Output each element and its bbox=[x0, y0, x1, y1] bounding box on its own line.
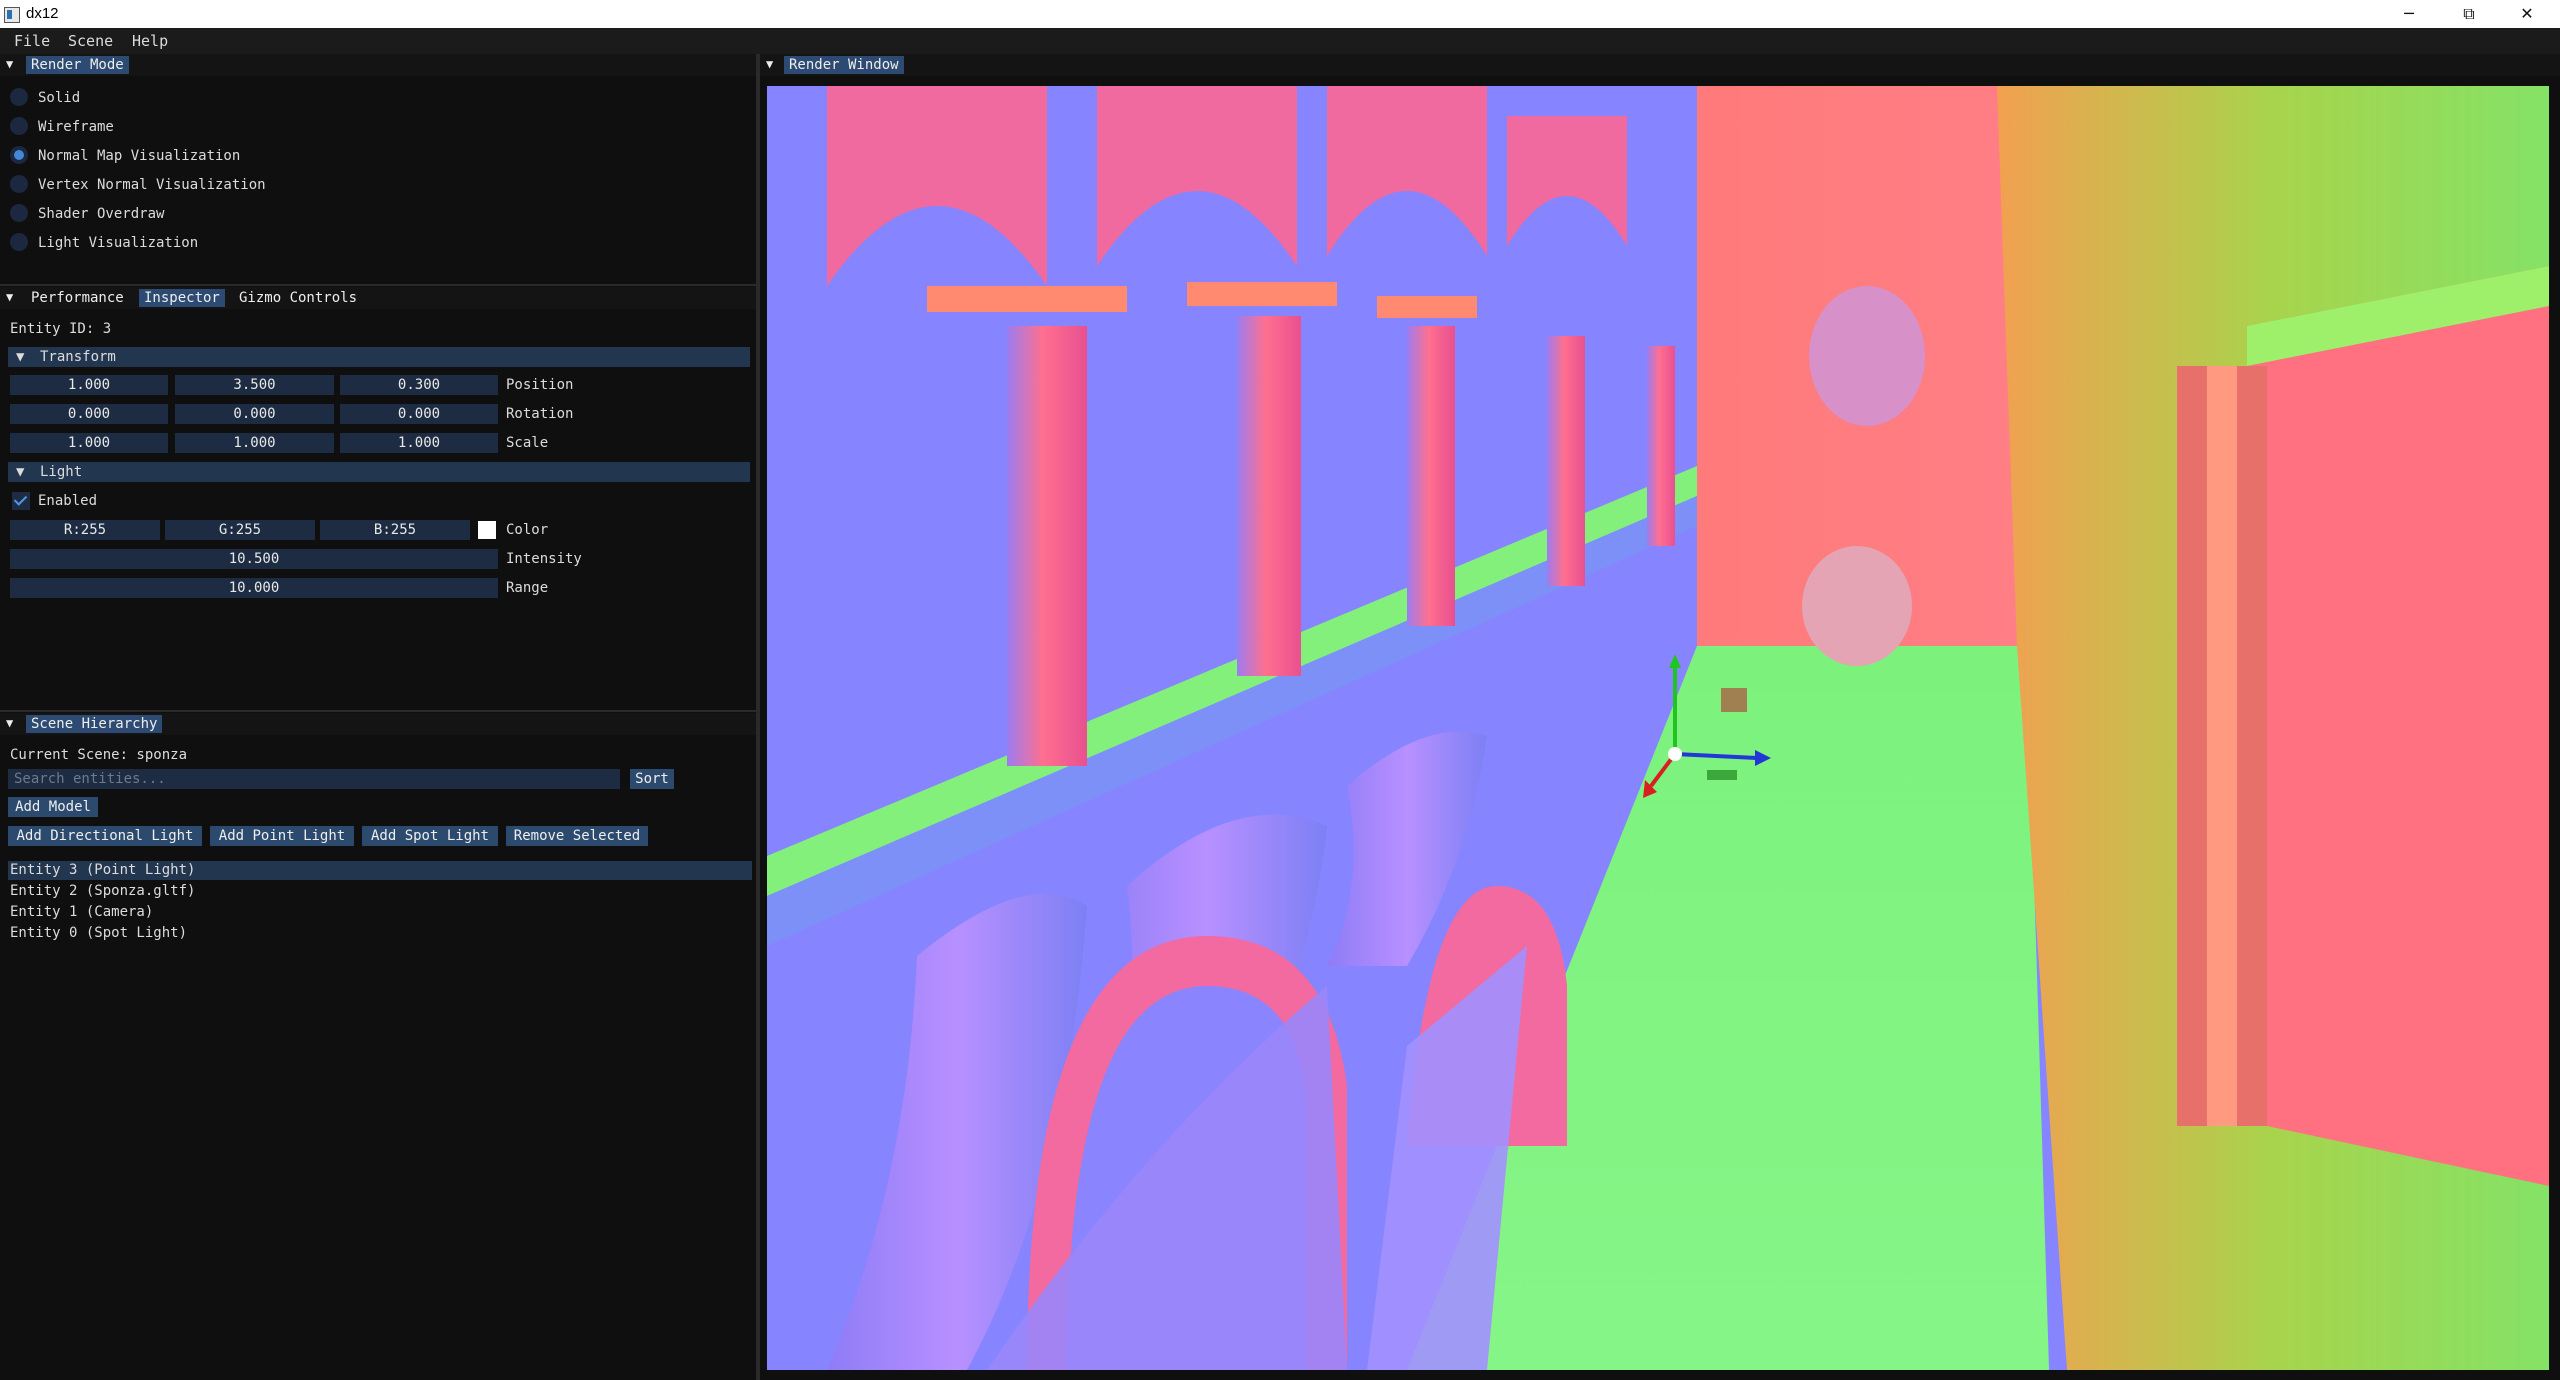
scale-y-field[interactable]: 1.000 bbox=[175, 433, 334, 453]
radio-label: Shader Overdraw bbox=[38, 206, 165, 222]
search-input[interactable]: Search entities... bbox=[8, 769, 620, 789]
radio-icon[interactable] bbox=[10, 204, 28, 222]
minimize-button[interactable]: ─ bbox=[2380, 0, 2438, 28]
tab-inspector[interactable]: Inspector bbox=[139, 289, 225, 307]
scene-render bbox=[767, 86, 2549, 1370]
position-y-field[interactable]: 3.500 bbox=[175, 375, 334, 395]
radio-label: Light Visualization bbox=[38, 235, 199, 251]
entity-list-item[interactable]: Entity 1 (Camera) bbox=[8, 903, 752, 922]
color-swatch[interactable] bbox=[478, 521, 496, 539]
hierarchy-title[interactable]: Scene Hierarchy bbox=[26, 715, 163, 733]
radio-label: Solid bbox=[38, 90, 81, 106]
radio-icon[interactable] bbox=[10, 117, 28, 135]
render-viewport[interactable] bbox=[767, 86, 2549, 1370]
entity-list-item[interactable]: Entity 0 (Spot Light) bbox=[8, 924, 752, 943]
close-button[interactable]: ✕ bbox=[2498, 0, 2556, 28]
menu-bar: File Scene Help bbox=[0, 28, 2560, 54]
add-point-light-button[interactable]: Add Point Light bbox=[210, 826, 354, 846]
inspector-panel: ▼ Performance Inspector Gizmo Controls E… bbox=[0, 287, 756, 710]
window-title: dx12 bbox=[26, 5, 59, 22]
menu-file[interactable]: File bbox=[14, 32, 50, 50]
range-field[interactable]: 10.000 bbox=[10, 578, 498, 598]
render-window-titlebar: ▼ Render Window bbox=[760, 54, 2560, 76]
scale-z-field[interactable]: 1.000 bbox=[340, 433, 498, 453]
app-icon bbox=[4, 7, 20, 23]
radio-label: Wireframe bbox=[38, 119, 114, 135]
position-z-field[interactable]: 0.300 bbox=[340, 375, 498, 395]
remove-selected-button[interactable]: Remove Selected bbox=[506, 826, 648, 846]
rotation-label: Rotation bbox=[506, 406, 574, 422]
inspector-titlebar: ▼ Performance Inspector Gizmo Controls bbox=[0, 287, 756, 309]
radio-icon[interactable] bbox=[10, 175, 28, 193]
add-directional-light-button[interactable]: Add Directional Light bbox=[8, 826, 202, 846]
collapse-arrow-icon[interactable]: ▼ bbox=[6, 57, 13, 71]
light-header-label: Light bbox=[40, 464, 83, 480]
transform-header-label: Transform bbox=[40, 349, 116, 365]
radio-label: Vertex Normal Visualization bbox=[38, 177, 266, 193]
menu-help[interactable]: Help bbox=[132, 32, 168, 50]
add-model-button[interactable]: Add Model bbox=[8, 797, 98, 817]
collapse-arrow-icon[interactable]: ▼ bbox=[6, 290, 13, 304]
panel-divider[interactable] bbox=[0, 710, 756, 712]
render-window-title[interactable]: Render Window bbox=[784, 56, 904, 74]
position-label: Position bbox=[506, 377, 574, 393]
collapse-arrow-icon[interactable]: ▼ bbox=[6, 716, 13, 730]
radio-label: Normal Map Visualization bbox=[38, 148, 241, 164]
radio-icon[interactable] bbox=[10, 88, 28, 106]
color-r-field[interactable]: R:255 bbox=[10, 520, 160, 540]
enabled-label: Enabled bbox=[38, 493, 98, 509]
range-label: Range bbox=[506, 580, 549, 596]
transform-header[interactable]: ▼ Transform bbox=[8, 347, 750, 367]
panel-divider[interactable] bbox=[0, 284, 756, 286]
scale-label: Scale bbox=[506, 435, 549, 451]
intensity-label: Intensity bbox=[506, 551, 582, 567]
render-mode-panel: ▼ Render Mode Solid Wireframe Normal Map… bbox=[0, 54, 756, 284]
tab-performance[interactable]: Performance bbox=[26, 289, 129, 307]
rotation-z-field[interactable]: 0.000 bbox=[340, 404, 498, 424]
render-mode-titlebar: ▼ Render Mode bbox=[0, 54, 756, 76]
position-x-field[interactable]: 1.000 bbox=[10, 375, 168, 395]
title-bar: dx12 ─ ⧉ ✕ bbox=[0, 0, 2560, 28]
expand-arrow-icon: ▼ bbox=[16, 464, 25, 480]
intensity-field[interactable]: 10.500 bbox=[10, 549, 498, 569]
radio-icon[interactable] bbox=[10, 233, 28, 251]
rotation-y-field[interactable]: 0.000 bbox=[175, 404, 334, 424]
color-g-field[interactable]: G:255 bbox=[165, 520, 315, 540]
entity-id: Entity ID: 3 bbox=[10, 321, 112, 337]
maximize-button[interactable]: ⧉ bbox=[2440, 0, 2498, 28]
expand-arrow-icon: ▼ bbox=[16, 349, 25, 365]
menu-scene[interactable]: Scene bbox=[68, 32, 113, 50]
hierarchy-titlebar: ▼ Scene Hierarchy bbox=[0, 713, 756, 735]
current-scene: Current Scene: sponza bbox=[10, 747, 188, 763]
light-header[interactable]: ▼ Light bbox=[8, 462, 750, 482]
scale-x-field[interactable]: 1.000 bbox=[10, 433, 168, 453]
radio-selected-icon[interactable] bbox=[10, 146, 28, 164]
enabled-checkbox[interactable] bbox=[12, 492, 30, 510]
entity-list-item[interactable]: Entity 2 (Sponza.gltf) bbox=[8, 882, 752, 901]
sort-button[interactable]: Sort bbox=[630, 769, 674, 789]
color-b-field[interactable]: B:255 bbox=[320, 520, 470, 540]
tab-gizmo-controls[interactable]: Gizmo Controls bbox=[234, 289, 362, 307]
rotation-x-field[interactable]: 0.000 bbox=[10, 404, 168, 424]
render-mode-title[interactable]: Render Mode bbox=[26, 56, 129, 74]
scene-hierarchy-panel: ▼ Scene Hierarchy Current Scene: sponza … bbox=[0, 713, 756, 1380]
color-label: Color bbox=[506, 522, 549, 538]
collapse-arrow-icon[interactable]: ▼ bbox=[766, 57, 773, 71]
entity-list-item[interactable]: Entity 3 (Point Light) bbox=[8, 861, 752, 880]
add-spot-light-button[interactable]: Add Spot Light bbox=[362, 826, 498, 846]
